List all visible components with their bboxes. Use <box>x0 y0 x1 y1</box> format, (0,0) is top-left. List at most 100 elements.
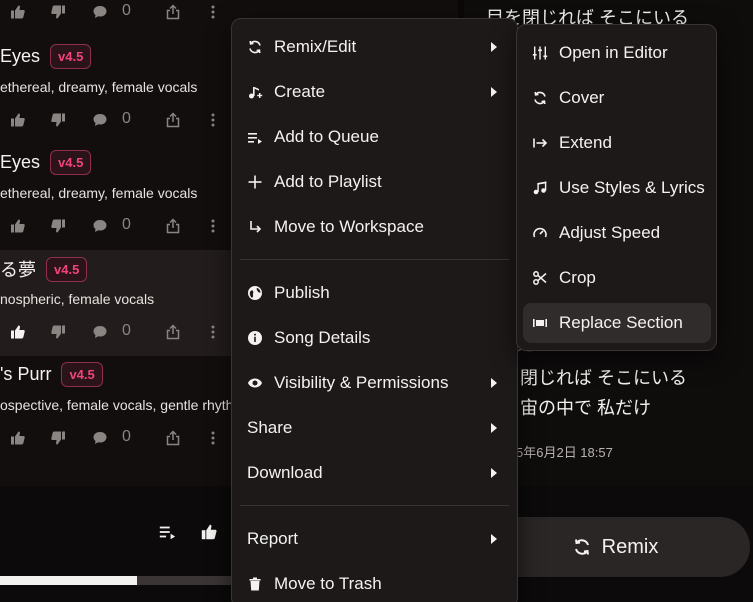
song-title-line: る夢 v4.5 <box>0 256 88 282</box>
menu-item-create[interactable]: Create <box>232 72 517 112</box>
move-icon <box>246 218 264 236</box>
song-tags: nospheric, female vocals <box>0 291 155 307</box>
submenu-item-label: Extend <box>559 133 612 152</box>
speed-icon <box>531 224 549 242</box>
song-title[interactable]: 's Purr <box>0 364 51 385</box>
context-menu: Remix/Edit Create Add to Queue Add to Playl… <box>231 18 518 602</box>
submenu-item-label: Cover <box>559 88 605 107</box>
thumbs-down-icon[interactable] <box>48 426 68 450</box>
thumbs-down-icon[interactable] <box>48 0 68 24</box>
chevron-right-icon <box>491 87 497 97</box>
menu-item-label: Move to Trash <box>274 574 382 593</box>
menu-item-label: Add to Playlist <box>274 172 382 191</box>
share-icon[interactable] <box>163 0 183 24</box>
thumbs-down-icon[interactable] <box>48 320 68 344</box>
comment-icon[interactable] <box>90 0 110 24</box>
chevron-right-icon <box>491 378 497 388</box>
song-actions: 0 <box>0 214 230 238</box>
menu-item-download[interactable]: Download <box>232 453 517 493</box>
submenu-item-open-in-editor[interactable]: Open in Editor <box>517 33 716 73</box>
comment-count: 0 <box>122 428 131 445</box>
menu-item-visibility-permissions[interactable]: Visibility & Permissions <box>232 363 517 403</box>
thumbs-up-icon[interactable] <box>8 0 28 24</box>
song-actions: 0 <box>0 108 230 132</box>
remix-button[interactable]: Remix <box>480 517 750 577</box>
menu-item-remix-edit[interactable]: Remix/Edit <box>232 27 517 67</box>
share-icon[interactable] <box>163 108 183 132</box>
submenu-item-extend[interactable]: Extend <box>517 123 716 163</box>
plus-icon <box>246 173 264 191</box>
more-options-icon[interactable] <box>203 108 223 132</box>
thumbs-up-icon[interactable] <box>8 320 28 344</box>
menu-item-label: Publish <box>274 283 330 302</box>
comment-icon[interactable] <box>90 108 110 132</box>
submenu-item-cover[interactable]: Cover <box>517 78 716 118</box>
chevron-right-icon <box>491 534 497 544</box>
menu-item-label: Create <box>274 82 326 101</box>
lyric-line: 宙の中で 私だけ <box>520 398 652 418</box>
menu-item-label: Report <box>247 529 299 548</box>
version-badge: v4.5 <box>50 44 92 69</box>
globe-icon <box>246 284 264 302</box>
thumbs-down-icon[interactable] <box>48 108 68 132</box>
extend-icon <box>531 134 549 152</box>
comment-icon[interactable] <box>90 320 110 344</box>
trash-icon <box>246 575 264 593</box>
chevron-right-icon <box>491 468 497 478</box>
menu-item-add-to-playlist[interactable]: Add to Playlist <box>232 162 517 202</box>
info-icon <box>246 329 264 347</box>
more-options-icon[interactable] <box>203 214 223 238</box>
submenu-item-use-styles-lyrics[interactable]: Use Styles & Lyrics <box>517 168 716 208</box>
thumbs-up-icon[interactable] <box>199 522 219 542</box>
more-options-icon[interactable] <box>203 320 223 344</box>
more-options-icon[interactable] <box>203 426 223 450</box>
thumbs-up-icon[interactable] <box>8 214 28 238</box>
thumbs-up-icon[interactable] <box>8 108 28 132</box>
thumbs-down-icon[interactable] <box>48 214 68 238</box>
share-icon[interactable] <box>163 426 183 450</box>
menu-item-label: Song Details <box>274 328 371 347</box>
comment-icon[interactable] <box>90 426 110 450</box>
thumbs-up-icon[interactable] <box>8 426 28 450</box>
comment-count: 0 <box>122 216 131 233</box>
menu-item-add-to-queue[interactable]: Add to Queue <box>232 117 517 157</box>
share-icon[interactable] <box>163 214 183 238</box>
more-options-icon[interactable] <box>203 0 223 24</box>
song-title-line: 's Purr v4.5 <box>0 362 103 387</box>
submenu-item-label: Adjust Speed <box>559 223 661 242</box>
submenu-item-crop[interactable]: Crop <box>517 258 716 298</box>
song-tags: ethereal, dreamy, female vocals <box>0 185 198 201</box>
chevron-right-icon <box>491 42 497 52</box>
comment-count: 0 <box>122 110 131 127</box>
menu-item-label: Download <box>247 463 323 482</box>
song-tags: ospective, female vocals, gentle rhyth <box>0 397 234 413</box>
menu-item-report[interactable]: Report <box>232 519 517 559</box>
song-title[interactable]: Eyes <box>0 152 40 173</box>
submenu-item-adjust-speed[interactable]: Adjust Speed <box>517 213 716 253</box>
menu-item-move-to-trash[interactable]: Move to Trash <box>232 564 517 602</box>
menu-item-song-details[interactable]: Song Details <box>232 318 517 358</box>
share-icon[interactable] <box>163 320 183 344</box>
remix-icon <box>574 539 589 555</box>
sliders-icon <box>531 44 549 62</box>
menu-item-share[interactable]: Share <box>232 408 517 448</box>
submenu-item-label: Replace Section <box>559 313 683 332</box>
eye-icon <box>246 374 264 392</box>
menu-item-label: Add to Queue <box>274 127 379 146</box>
version-badge: v4.5 <box>61 362 103 387</box>
lyric-date: 5年6月2日 18:57 <box>516 445 613 460</box>
replace-icon <box>531 314 549 332</box>
song-title[interactable]: る夢 <box>0 256 36 282</box>
menu-item-label: Remix/Edit <box>274 37 357 56</box>
song-title[interactable]: Eyes <box>0 46 40 67</box>
comment-icon[interactable] <box>90 214 110 238</box>
queue-icon[interactable] <box>157 522 177 542</box>
version-badge: v4.5 <box>46 256 88 282</box>
menu-item-label: Move to Workspace <box>274 217 424 236</box>
scissors-icon <box>531 269 549 287</box>
song-actions: 0 <box>0 426 230 450</box>
menu-item-publish[interactable]: Publish <box>232 273 517 313</box>
menu-item-move-to-workspace[interactable]: Move to Workspace <box>232 207 517 247</box>
submenu-item-label: Use Styles & Lyrics <box>559 178 705 197</box>
submenu-item-replace-section[interactable]: Replace Section <box>523 303 711 343</box>
